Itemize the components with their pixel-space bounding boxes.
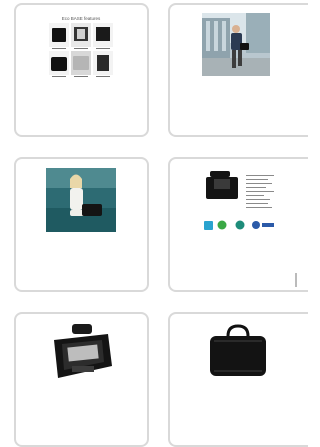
closed-black-bag-image [206,324,270,382]
gallery-card-2[interactable] [168,3,308,137]
gallery-card-5[interactable] [14,312,149,447]
scrollbar-thumb[interactable] [295,273,297,287]
woman-sitting-with-bag-image [46,168,116,232]
gallery-card-3[interactable] [14,157,149,292]
gallery-card-1[interactable]: Eco BASE features [14,3,149,137]
man-walking-with-bag-image [202,13,270,76]
open-bag-interior-image [48,322,116,386]
gallery-card-4[interactable] [168,157,308,292]
bag-with-eco-features-image [200,167,280,239]
gallery-card-6[interactable] [168,312,308,447]
collage-title: Eco BASE features [62,16,101,21]
eco-base-features-collage-image: Eco BASE features [46,13,116,81]
